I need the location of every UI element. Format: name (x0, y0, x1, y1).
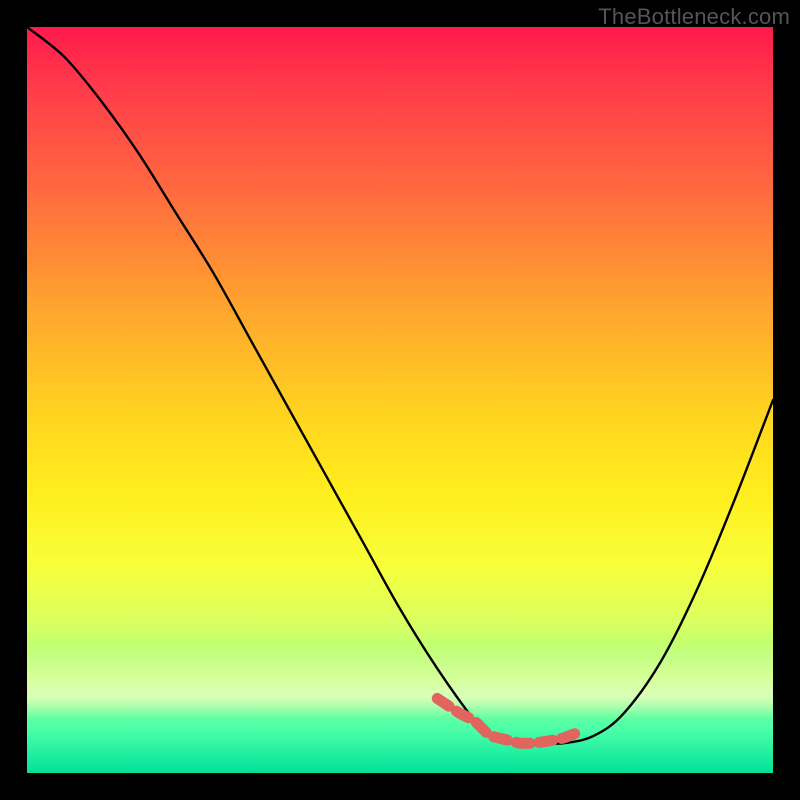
chart-svg (27, 27, 773, 773)
bottleneck-curve-path (27, 27, 773, 744)
chart-plot-area (27, 27, 773, 773)
gradient-highlight-band (27, 645, 773, 719)
chart-frame: TheBottleneck.com (0, 0, 800, 800)
watermark-label: TheBottleneck.com (598, 4, 790, 30)
highlight-markers (437, 698, 579, 743)
highlight-marker-path (437, 698, 579, 743)
